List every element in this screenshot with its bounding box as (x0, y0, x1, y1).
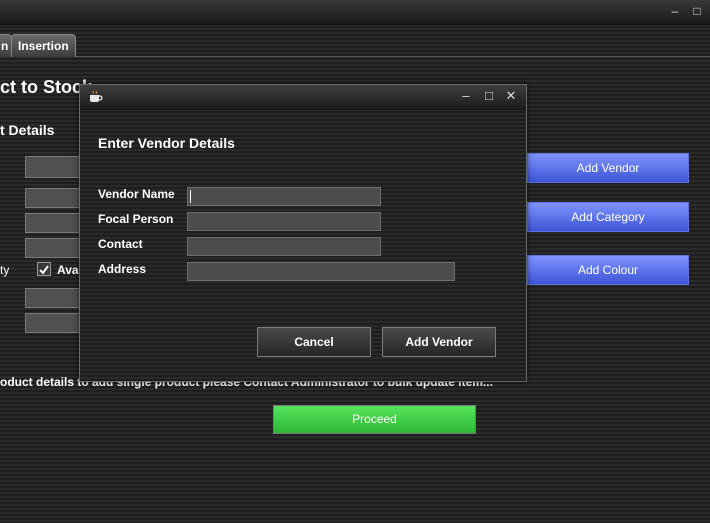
product-field-2[interactable] (25, 188, 85, 208)
product-field-5[interactable] (25, 288, 85, 308)
address-label: Address (98, 262, 147, 276)
vendor-name-label: Vendor Name (98, 187, 175, 201)
dialog-maximize-icon[interactable]: □ (482, 89, 496, 103)
dialog-heading: Enter Vendor Details (98, 135, 235, 151)
dialog-minimize-icon[interactable]: – (459, 89, 473, 103)
add-vendor-button[interactable]: Add Vendor (527, 153, 689, 183)
cancel-button[interactable]: Cancel (257, 327, 371, 357)
product-field-6[interactable] (25, 313, 85, 333)
focal-person-label: Focal Person (98, 212, 174, 226)
vendor-dialog: – □ ✕ Enter Vendor Details Vendor Name F… (79, 84, 527, 382)
dialog-titlebar: – □ ✕ (80, 85, 526, 110)
quantity-label: ty (0, 263, 10, 277)
contact-input[interactable] (187, 237, 381, 256)
main-titlebar: – □ (0, 0, 710, 25)
maximize-icon[interactable]: □ (690, 4, 704, 18)
focal-person-input[interactable] (187, 212, 381, 231)
coffee-cup-icon (90, 90, 103, 102)
dialog-add-vendor-button[interactable]: Add Vendor (382, 327, 496, 357)
available-checkbox[interactable] (37, 262, 51, 276)
proceed-button[interactable]: Proceed (273, 405, 476, 434)
vendor-name-input[interactable] (187, 187, 381, 206)
add-category-button[interactable]: Add Category (527, 202, 689, 232)
product-field-3[interactable] (25, 213, 85, 233)
product-field-1[interactable] (25, 156, 85, 178)
text-cursor (190, 190, 191, 203)
checkmark-icon (39, 265, 49, 275)
minimize-icon[interactable]: – (668, 4, 682, 18)
section-title: t Details (0, 122, 55, 138)
available-label: Ava (57, 263, 79, 277)
tab-insertion[interactable]: Insertion (11, 34, 76, 57)
address-input[interactable] (187, 262, 455, 281)
tab-strip: n Insertion (0, 32, 710, 57)
add-colour-button[interactable]: Add Colour (527, 255, 689, 285)
contact-label: Contact (98, 237, 143, 251)
dialog-close-icon[interactable]: ✕ (504, 89, 518, 103)
product-field-4[interactable] (25, 238, 85, 258)
